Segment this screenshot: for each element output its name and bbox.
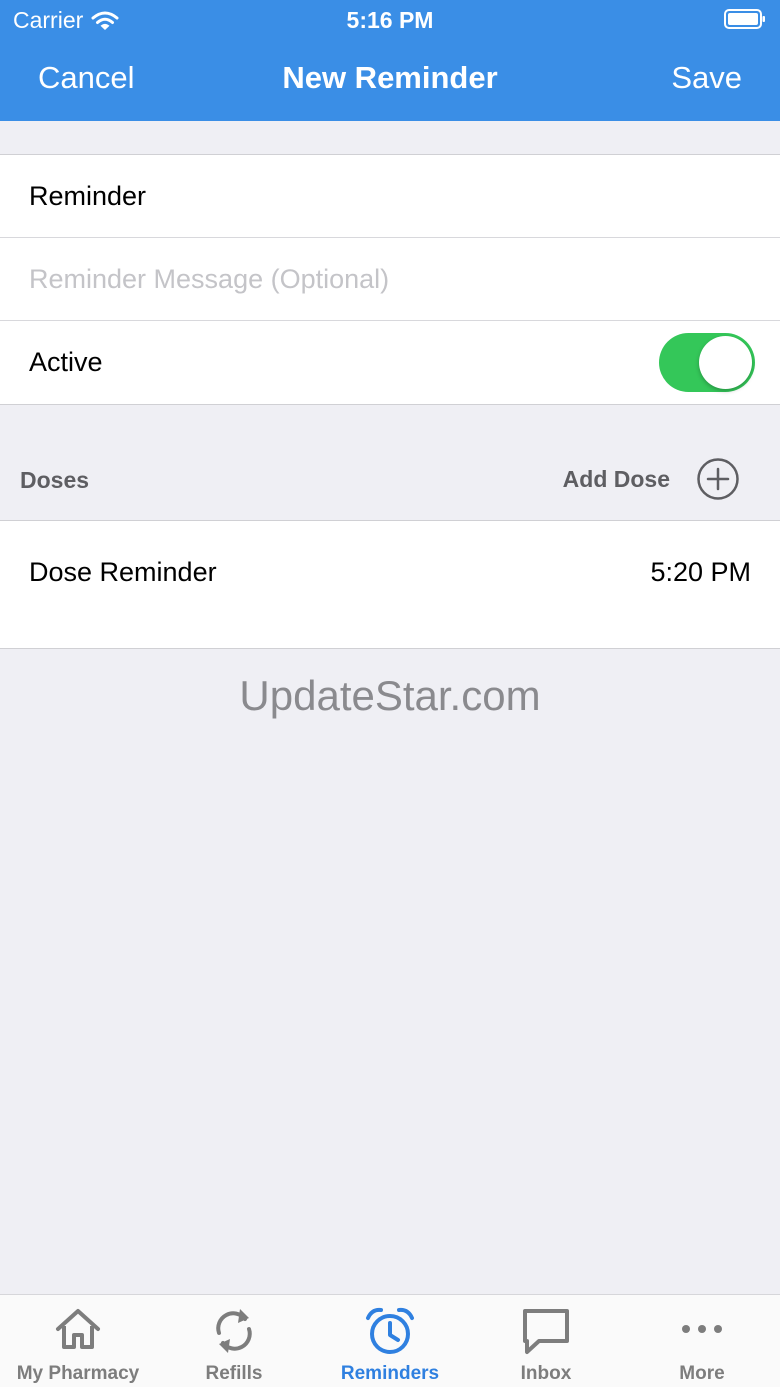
watermark-text: UpdateStar.com xyxy=(239,672,541,719)
reminder-name-row xyxy=(0,155,780,238)
more-dots-icon xyxy=(682,1325,722,1333)
reminder-name-input[interactable] xyxy=(29,155,749,238)
refresh-icon xyxy=(216,1309,252,1353)
chat-bubble-icon xyxy=(523,1309,569,1354)
navigation-bar: Cancel New Reminder Save xyxy=(0,40,780,121)
battery-icon xyxy=(724,9,765,29)
home-icon xyxy=(56,1309,100,1349)
tab-label: My Pharmacy xyxy=(16,1363,140,1384)
tab-refills[interactable]: Refills xyxy=(156,1295,312,1387)
tab-label: Refills xyxy=(205,1363,263,1384)
toggle-knob xyxy=(699,336,752,389)
reminder-form: Active xyxy=(0,154,780,405)
tab-bar: My Pharmacy Refills Reminders Inbox More xyxy=(0,1294,780,1387)
dose-list: Dose Reminder 5:20 PM xyxy=(0,520,780,649)
tab-my-pharmacy[interactable]: My Pharmacy xyxy=(0,1295,156,1387)
tab-label: Inbox xyxy=(520,1363,572,1384)
tab-label: More xyxy=(679,1363,725,1384)
active-row: Active xyxy=(0,321,780,404)
tab-inbox[interactable]: Inbox xyxy=(468,1295,624,1387)
active-label: Active xyxy=(29,347,103,377)
tab-more[interactable]: More xyxy=(624,1295,780,1387)
dose-label: Dose Reminder xyxy=(29,557,217,587)
add-circle-icon xyxy=(697,458,739,500)
add-dose-label: Add Dose xyxy=(562,465,670,492)
reminder-message-row xyxy=(0,238,780,321)
header-bar: Carrier 5:16 PM Cancel New Reminder Save xyxy=(0,0,780,121)
status-time: 5:16 PM xyxy=(346,7,434,33)
tab-label: Reminders xyxy=(340,1363,440,1384)
doses-section-header: Doses Add Dose xyxy=(0,440,780,520)
active-toggle[interactable] xyxy=(659,333,755,392)
tab-reminders[interactable]: Reminders xyxy=(312,1295,468,1387)
alarm-clock-icon xyxy=(366,1307,414,1354)
status-bar: Carrier 5:16 PM xyxy=(0,0,780,40)
dose-time[interactable]: 5:20 PM xyxy=(650,557,751,588)
add-dose-button[interactable]: Add Dose xyxy=(563,457,740,501)
reminder-message-input[interactable] xyxy=(29,238,749,321)
cancel-button[interactable]: Cancel xyxy=(38,60,135,96)
doses-section-title: Doses xyxy=(20,467,90,493)
save-button[interactable]: Save xyxy=(671,60,742,96)
